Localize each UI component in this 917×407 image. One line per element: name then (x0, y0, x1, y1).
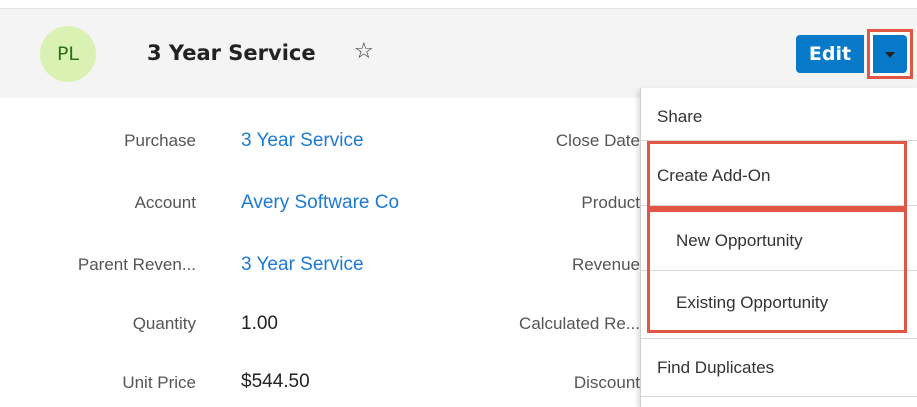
field-label-purchase: Purchase (124, 131, 196, 150)
menu-divider (641, 396, 917, 397)
star-icon[interactable]: ☆ (354, 40, 374, 62)
field-label-close-date: Close Date (555, 131, 640, 150)
page-title: 3 Year Service (147, 41, 316, 65)
highlight-create-add-on (647, 141, 907, 209)
field-value-quantity: 1.00 (241, 313, 278, 334)
field-label-quantity: Quantity (132, 314, 196, 333)
caret-down-icon (885, 52, 895, 58)
avatar: PL (40, 26, 96, 82)
top-strip (0, 0, 917, 8)
field-label-unit-price: Unit Price (122, 373, 196, 392)
edit-button[interactable]: Edit (796, 35, 864, 73)
field-label-account: Account (134, 193, 196, 212)
menu-divider (641, 338, 917, 339)
actions-dropdown-button[interactable] (867, 29, 913, 79)
field-label-revenue: Revenue (571, 255, 640, 274)
field-value-purchase[interactable]: 3 Year Service (241, 130, 364, 152)
actions-menu: Share Create Add-On New Opportunity Exis… (640, 88, 917, 407)
field-value-unit-price: $544.50 (241, 371, 310, 392)
field-label-parent-revenue: Parent Reven... (77, 255, 196, 274)
record-header: PL 3 Year Service ☆ Edit (0, 8, 917, 98)
menu-item-find-duplicates[interactable]: Find Duplicates (641, 358, 917, 378)
field-label-calculated-revenue: Calculated Re... (519, 314, 640, 333)
field-value-parent-revenue[interactable]: 3 Year Service (241, 254, 364, 276)
highlight-add-on-options (647, 209, 907, 333)
menu-item-share[interactable]: Share (641, 107, 917, 127)
field-label-product: Product (581, 193, 640, 212)
actions-dropdown-toggle[interactable] (873, 35, 907, 73)
field-value-account[interactable]: Avery Software Co (241, 192, 399, 214)
field-label-discount: Discount (573, 373, 640, 392)
